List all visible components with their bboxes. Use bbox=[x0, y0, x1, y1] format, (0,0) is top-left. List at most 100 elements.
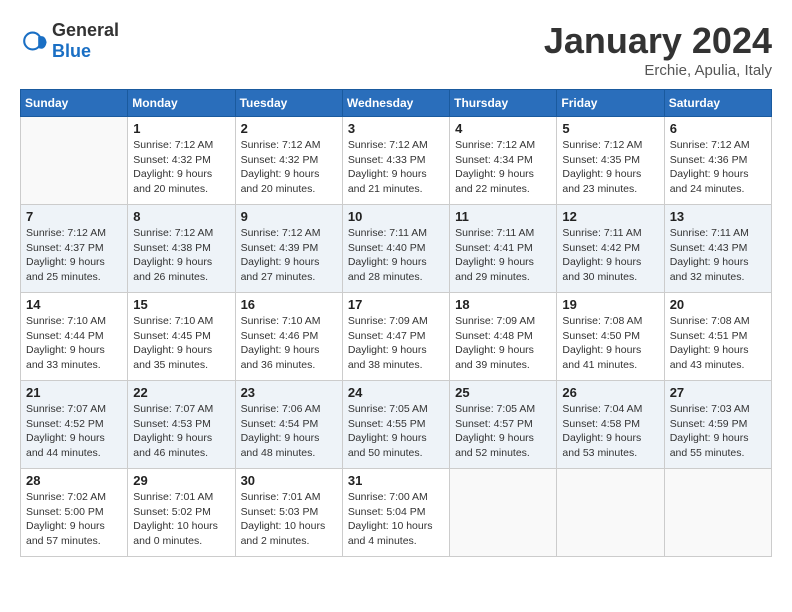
day-info: Sunrise: 7:09 AMSunset: 4:47 PMDaylight:… bbox=[348, 314, 444, 373]
logo-blue: Blue bbox=[52, 41, 91, 61]
day-info: Sunrise: 7:11 AMSunset: 4:40 PMDaylight:… bbox=[348, 226, 444, 285]
day-info: Sunrise: 7:12 AMSunset: 4:33 PMDaylight:… bbox=[348, 138, 444, 197]
page-header: General Blue January 2024 Erchie, Apulia… bbox=[20, 20, 772, 79]
calendar-cell: 12Sunrise: 7:11 AMSunset: 4:42 PMDayligh… bbox=[557, 205, 664, 293]
day-number: 18 bbox=[455, 297, 551, 312]
day-info: Sunrise: 7:08 AMSunset: 4:51 PMDaylight:… bbox=[670, 314, 766, 373]
day-number: 21 bbox=[26, 385, 122, 400]
day-info: Sunrise: 7:00 AMSunset: 5:04 PMDaylight:… bbox=[348, 490, 444, 549]
day-info: Sunrise: 7:12 AMSunset: 4:32 PMDaylight:… bbox=[133, 138, 229, 197]
day-info: Sunrise: 7:07 AMSunset: 4:53 PMDaylight:… bbox=[133, 402, 229, 461]
calendar-cell: 31 Sunrise: 7:00 AMSunset: 5:04 PMDayligh… bbox=[342, 469, 449, 557]
calendar-cell: 10 Sunrise: 7:11 AMSunset: 4:40 PMDayligh… bbox=[342, 205, 449, 293]
day-number: 24 bbox=[348, 385, 444, 400]
day-number: 5 bbox=[562, 121, 658, 136]
calendar-cell bbox=[450, 469, 557, 557]
calendar-table: SundayMondayTuesdayWednesdayThursdayFrid… bbox=[20, 89, 772, 557]
calendar-cell: 21 Sunrise: 7:07 AMSunset: 4:52 PMDayligh… bbox=[21, 381, 128, 469]
day-info: Sunrise: 7:01 AMSunset: 5:03 PMDaylight:… bbox=[241, 490, 337, 549]
calendar-week-row: 7 Sunrise: 7:12 AMSunset: 4:37 PMDaylight… bbox=[21, 205, 772, 293]
day-number: 28 bbox=[26, 473, 122, 488]
calendar-cell: 7 Sunrise: 7:12 AMSunset: 4:37 PMDaylight… bbox=[21, 205, 128, 293]
weekday-header-monday: Monday bbox=[128, 90, 235, 117]
day-info: Sunrise: 7:12 AMSunset: 4:32 PMDaylight:… bbox=[241, 138, 337, 197]
day-info: Sunrise: 7:11 AMSunset: 4:41 PMDaylight:… bbox=[455, 226, 551, 285]
calendar-cell: 4 Sunrise: 7:12 AMSunset: 4:34 PMDaylight… bbox=[450, 117, 557, 205]
calendar-cell: 2 Sunrise: 7:12 AMSunset: 4:32 PMDaylight… bbox=[235, 117, 342, 205]
day-info: Sunrise: 7:09 AMSunset: 4:48 PMDaylight:… bbox=[455, 314, 551, 373]
calendar-cell: 9Sunrise: 7:12 AMSunset: 4:39 PMDaylight… bbox=[235, 205, 342, 293]
day-number: 20 bbox=[670, 297, 766, 312]
location-title: Erchie, Apulia, Italy bbox=[544, 62, 772, 79]
day-info: Sunrise: 7:12 AMSunset: 4:35 PMDaylight:… bbox=[562, 138, 658, 197]
day-number: 19 bbox=[562, 297, 658, 312]
weekday-header-saturday: Saturday bbox=[664, 90, 771, 117]
day-number: 13 bbox=[670, 209, 766, 224]
day-info: Sunrise: 7:05 AMSunset: 4:57 PMDaylight:… bbox=[455, 402, 551, 461]
day-number: 10 bbox=[348, 209, 444, 224]
calendar-week-row: 14 Sunrise: 7:10 AMSunset: 4:44 PMDayligh… bbox=[21, 293, 772, 381]
calendar-cell bbox=[557, 469, 664, 557]
day-info: Sunrise: 7:11 AMSunset: 4:43 PMDaylight:… bbox=[670, 226, 766, 285]
day-info: Sunrise: 7:12 AMSunset: 4:34 PMDaylight:… bbox=[455, 138, 551, 197]
day-number: 2 bbox=[241, 121, 337, 136]
day-info: Sunrise: 7:10 AMSunset: 4:46 PMDaylight:… bbox=[241, 314, 337, 373]
day-number: 17 bbox=[348, 297, 444, 312]
day-number: 26 bbox=[562, 385, 658, 400]
calendar-cell: 17 Sunrise: 7:09 AMSunset: 4:47 PMDayligh… bbox=[342, 293, 449, 381]
logo-general: General bbox=[52, 20, 119, 40]
day-number: 30 bbox=[241, 473, 337, 488]
calendar-cell: 22Sunrise: 7:07 AMSunset: 4:53 PMDayligh… bbox=[128, 381, 235, 469]
day-number: 6 bbox=[670, 121, 766, 136]
day-info: Sunrise: 7:10 AMSunset: 4:44 PMDaylight:… bbox=[26, 314, 122, 373]
calendar-cell: 11Sunrise: 7:11 AMSunset: 4:41 PMDayligh… bbox=[450, 205, 557, 293]
calendar-cell: 19 Sunrise: 7:08 AMSunset: 4:50 PMDayligh… bbox=[557, 293, 664, 381]
calendar-cell: 1Sunrise: 7:12 AMSunset: 4:32 PMDaylight… bbox=[128, 117, 235, 205]
weekday-header-friday: Friday bbox=[557, 90, 664, 117]
day-number: 8 bbox=[133, 209, 229, 224]
day-number: 16 bbox=[241, 297, 337, 312]
calendar-cell: 27 Sunrise: 7:03 AMSunset: 4:59 PMDayligh… bbox=[664, 381, 771, 469]
day-number: 23 bbox=[241, 385, 337, 400]
weekday-header-thursday: Thursday bbox=[450, 90, 557, 117]
day-info: Sunrise: 7:04 AMSunset: 4:58 PMDaylight:… bbox=[562, 402, 658, 461]
logo-icon bbox=[20, 27, 48, 55]
calendar-cell: 30 Sunrise: 7:01 AMSunset: 5:03 PMDayligh… bbox=[235, 469, 342, 557]
day-number: 7 bbox=[26, 209, 122, 224]
calendar-cell bbox=[664, 469, 771, 557]
calendar-cell: 6Sunrise: 7:12 AMSunset: 4:36 PMDaylight… bbox=[664, 117, 771, 205]
day-info: Sunrise: 7:12 AMSunset: 4:37 PMDaylight:… bbox=[26, 226, 122, 285]
weekday-header-sunday: Sunday bbox=[21, 90, 128, 117]
calendar-cell: 20 Sunrise: 7:08 AMSunset: 4:51 PMDayligh… bbox=[664, 293, 771, 381]
day-number: 12 bbox=[562, 209, 658, 224]
day-number: 31 bbox=[348, 473, 444, 488]
calendar-cell: 5 Sunrise: 7:12 AMSunset: 4:35 PMDaylight… bbox=[557, 117, 664, 205]
day-number: 29 bbox=[133, 473, 229, 488]
weekday-header-row: SundayMondayTuesdayWednesdayThursdayFrid… bbox=[21, 90, 772, 117]
calendar-cell: 3Sunrise: 7:12 AMSunset: 4:33 PMDaylight… bbox=[342, 117, 449, 205]
title-block: January 2024 Erchie, Apulia, Italy bbox=[544, 20, 772, 79]
calendar-cell: 26 Sunrise: 7:04 AMSunset: 4:58 PMDayligh… bbox=[557, 381, 664, 469]
day-info: Sunrise: 7:03 AMSunset: 4:59 PMDaylight:… bbox=[670, 402, 766, 461]
day-number: 14 bbox=[26, 297, 122, 312]
calendar-cell bbox=[21, 117, 128, 205]
logo: General Blue bbox=[20, 20, 119, 62]
day-info: Sunrise: 7:06 AMSunset: 4:54 PMDaylight:… bbox=[241, 402, 337, 461]
calendar-cell: 16 Sunrise: 7:10 AMSunset: 4:46 PMDayligh… bbox=[235, 293, 342, 381]
weekday-header-wednesday: Wednesday bbox=[342, 90, 449, 117]
day-info: Sunrise: 7:01 AMSunset: 5:02 PMDaylight:… bbox=[133, 490, 229, 549]
day-number: 9 bbox=[241, 209, 337, 224]
calendar-cell: 14 Sunrise: 7:10 AMSunset: 4:44 PMDayligh… bbox=[21, 293, 128, 381]
day-number: 4 bbox=[455, 121, 551, 136]
calendar-week-row: 28Sunrise: 7:02 AMSunset: 5:00 PMDayligh… bbox=[21, 469, 772, 557]
day-number: 27 bbox=[670, 385, 766, 400]
day-info: Sunrise: 7:05 AMSunset: 4:55 PMDaylight:… bbox=[348, 402, 444, 461]
calendar-cell: 8Sunrise: 7:12 AMSunset: 4:38 PMDaylight… bbox=[128, 205, 235, 293]
day-number: 15 bbox=[133, 297, 229, 312]
day-info: Sunrise: 7:07 AMSunset: 4:52 PMDaylight:… bbox=[26, 402, 122, 461]
weekday-header-tuesday: Tuesday bbox=[235, 90, 342, 117]
day-info: Sunrise: 7:08 AMSunset: 4:50 PMDaylight:… bbox=[562, 314, 658, 373]
calendar-cell: 23 Sunrise: 7:06 AMSunset: 4:54 PMDayligh… bbox=[235, 381, 342, 469]
month-title: January 2024 bbox=[544, 20, 772, 62]
day-info: Sunrise: 7:10 AMSunset: 4:45 PMDaylight:… bbox=[133, 314, 229, 373]
